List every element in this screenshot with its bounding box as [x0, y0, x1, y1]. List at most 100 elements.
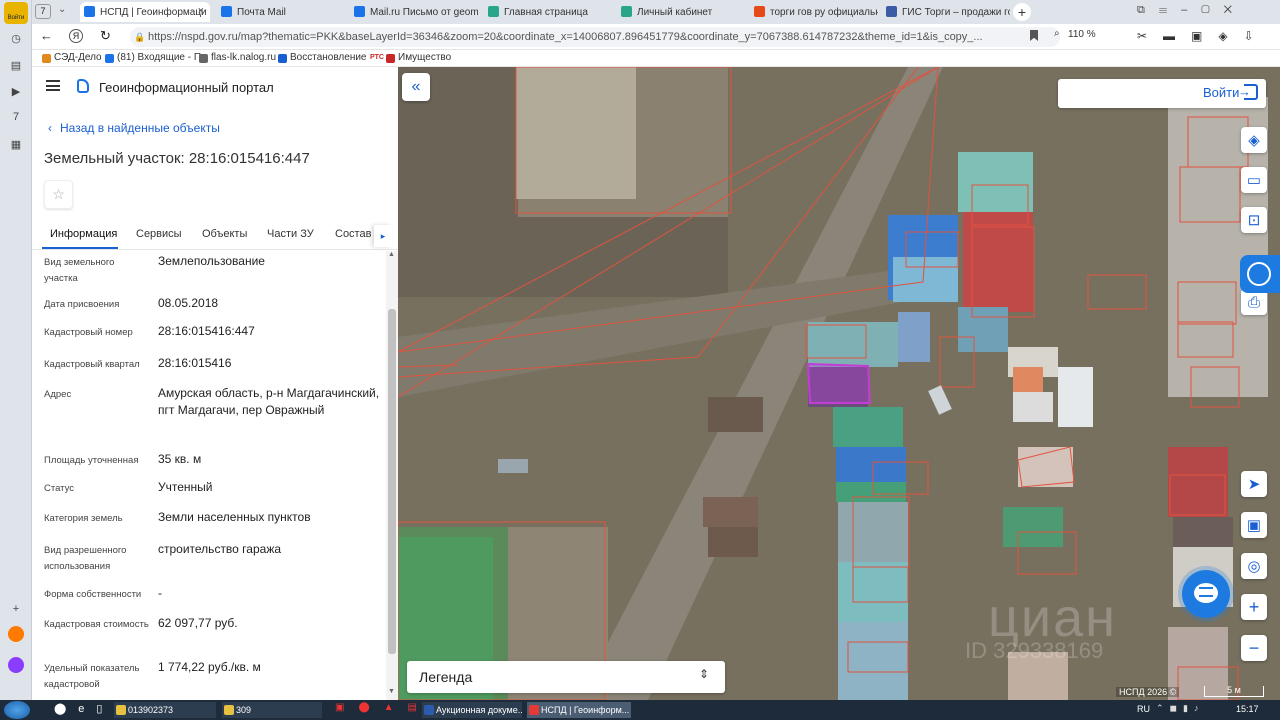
selected-parcel[interactable]: [806, 362, 872, 404]
bookmark-item[interactable]: (81) Входящие - П: [105, 52, 201, 63]
ruler-button[interactable]: ▭: [1241, 167, 1267, 193]
tab-0[interactable]: НСПД | Геоинформаци ×: [80, 2, 210, 22]
select-area-button[interactable]: ⊡: [1241, 207, 1267, 233]
field-value: 35 кв. м: [158, 452, 202, 466]
taskbar-window[interactable]: 309: [222, 702, 322, 718]
keyboard-language[interactable]: RU: [1137, 704, 1150, 714]
tab-2[interactable]: Mail.ru Письмо от geomir.: [350, 2, 478, 22]
object-info-panel: Геоинформационный портал ‹ Назад в найден…: [32, 67, 398, 700]
tab-counter[interactable]: 7: [35, 4, 51, 19]
url-field[interactable]: 🔒 https://nspd.gov.ru/map?thematic=PKK&b…: [130, 27, 1060, 47]
bookmark-label: Восстановление: [290, 52, 367, 63]
back-icon[interactable]: ←: [40, 28, 53, 43]
favorite-star-button[interactable]: ☆: [44, 180, 73, 209]
add-panel-icon[interactable]: +: [7, 600, 25, 618]
tab-list-chevron-icon[interactable]: ⌄: [58, 4, 66, 15]
geolocation-button[interactable]: ➤: [1241, 471, 1267, 497]
collections-icon[interactable]: ▤: [7, 56, 25, 74]
field-label: Удельный показатель кадастровой: [44, 663, 140, 690]
bookmark-favicon-icon: [42, 54, 51, 63]
taskbar-window-label: 013902373: [128, 705, 174, 715]
bookmark-rts-logo[interactable]: РТС: [370, 54, 384, 61]
back-link-label: Назад в найденные объекты: [60, 121, 220, 135]
bookmark-label: Имущество: [398, 52, 452, 63]
taskbar-window[interactable]: 013902373: [114, 702, 216, 718]
portal-title: Геоинформационный портал: [99, 80, 274, 95]
menu-icon[interactable]: [46, 80, 60, 91]
tab-bar-tools: ⧉☰–▢✕: [1137, 4, 1246, 16]
panel-scrollbar[interactable]: ▲ ▼: [386, 251, 398, 700]
login-label: Войти: [1203, 85, 1240, 100]
tab-label: Почта Mail: [237, 6, 286, 18]
tab-1[interactable]: Почта Mail: [217, 2, 337, 22]
tab-4[interactable]: Личный кабинет: [617, 2, 745, 22]
bookmark-favicon-icon: [199, 54, 208, 63]
scroll-up-arrow-icon[interactable]: ▲: [388, 251, 395, 258]
zoom-indicator[interactable]: ⌕ 110 %: [1054, 28, 1096, 40]
new-tab-button[interactable]: +: [1013, 3, 1031, 21]
layers-button[interactable]: ◈: [1241, 127, 1267, 153]
start-button[interactable]: [4, 701, 30, 719]
tab-6[interactable]: ГИС Торги – продажи гос: [882, 2, 1010, 22]
legend-dropdown[interactable]: Легенда ⇕: [407, 661, 725, 693]
taskbar-app-icons[interactable]: ▣⬤▲▤: [335, 702, 431, 713]
map-scale: 5 м: [1204, 686, 1264, 697]
field-value: Землепользование: [158, 254, 265, 268]
tab-label: Главная страница: [504, 6, 588, 18]
close-tab-icon[interactable]: ×: [198, 5, 204, 17]
back-to-results-link[interactable]: ‹ Назад в найденные объекты: [48, 121, 220, 135]
video-icon[interactable]: ▶: [7, 82, 25, 100]
taskbar-window[interactable]: Аукционная докуме...: [422, 702, 522, 718]
watermark-id: ID 329338169: [965, 638, 1104, 663]
bookmark-favicon-icon: [386, 54, 395, 63]
field-value: 28:16:015416: [158, 356, 232, 370]
bookmark-item[interactable]: СЭД-Дело: [42, 52, 102, 63]
alice-icon[interactable]: [8, 626, 24, 642]
taskbar-window[interactable]: НСПД | Геоинформ...: [527, 702, 631, 718]
collapse-panel-button[interactable]: «: [402, 73, 430, 101]
tab-3[interactable]: Главная страница: [484, 2, 612, 22]
zoom-value: 110 %: [1068, 29, 1096, 40]
yandex-logo-icon[interactable]: Я: [69, 29, 83, 43]
field-label: Площадь уточненная: [44, 455, 139, 466]
tray-icons[interactable]: ⌃◼▮♪: [1156, 703, 1204, 714]
info-tab[interactable]: Информация: [50, 228, 117, 240]
map-view[interactable]: циан ID 329338169 « Войти → ◈ ▭ ⊡ ⎙ ➤ ▣ …: [398, 67, 1280, 700]
field-label: Форма собственности: [44, 589, 142, 600]
chevron-left-icon: ‹: [48, 121, 52, 135]
field-value: строительство гаража: [158, 542, 282, 556]
zoom-in-button[interactable]: +: [1241, 594, 1267, 620]
login-arrow-head-icon: →: [1238, 84, 1251, 99]
login-button[interactable]: Войти →: [1058, 79, 1266, 108]
bookmark-item[interactable]: Восстановление: [278, 52, 367, 63]
bookmark-label: СЭД-Дело: [54, 52, 102, 63]
reload-icon[interactable]: ↻: [100, 28, 111, 44]
scroll-down-arrow-icon[interactable]: ▼: [388, 688, 395, 695]
bookmark-item[interactable]: Имущество: [386, 52, 451, 63]
notes-icon[interactable]: ▦: [7, 135, 25, 153]
taskbar-app-icon: [529, 705, 539, 715]
chat-button[interactable]: [1182, 570, 1230, 618]
tab-favicon-icon: [488, 6, 499, 17]
history-icon[interactable]: ◷: [7, 29, 25, 47]
tab-5[interactable]: торги гов ру официальны: [750, 2, 878, 22]
location-pin-button[interactable]: ◎: [1241, 553, 1267, 579]
info-tab[interactable]: Части ЗУ: [267, 228, 314, 240]
minimap-button[interactable]: ▣: [1241, 512, 1267, 538]
extensions-icons[interactable]: ✂▬▣◈⇩: [1137, 29, 1270, 43]
calendar-icon[interactable]: 7: [7, 108, 25, 126]
bookmark-item[interactable]: flas-lk.nalog.ru: [199, 52, 276, 63]
info-tab[interactable]: Сервисы: [136, 228, 182, 240]
taskbar-window-label: 309: [236, 705, 252, 715]
tab-favicon-icon: [84, 6, 95, 17]
messenger-icon[interactable]: [8, 657, 24, 673]
share-icon[interactable]: [1240, 255, 1280, 293]
info-tab[interactable]: Объекты: [202, 228, 247, 240]
field-value: Учтенный: [158, 480, 213, 494]
scrollbar-thumb[interactable]: [388, 309, 396, 654]
profile-avatar[interactable]: Войти: [4, 2, 28, 24]
tab-label: торги гов ру официальны: [770, 6, 878, 18]
info-tab[interactable]: Состав: [335, 228, 371, 240]
tabs-scroll-right-button[interactable]: ▸: [374, 225, 392, 247]
zoom-out-button[interactable]: −: [1241, 635, 1267, 661]
